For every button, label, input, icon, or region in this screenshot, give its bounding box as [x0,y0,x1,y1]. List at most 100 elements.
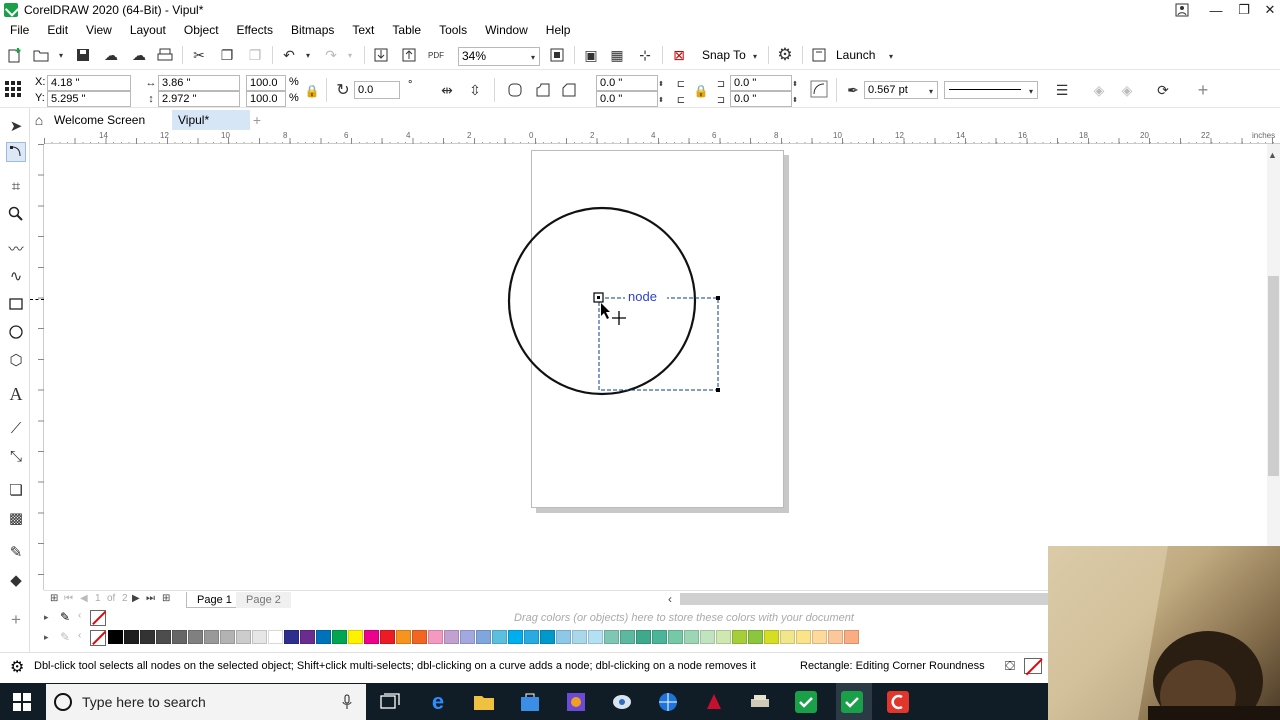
color-swatch[interactable] [700,630,715,644]
new-document-icon[interactable] [6,46,24,64]
cloud-share-icon[interactable]: ☁ [130,46,148,64]
to-back-icon[interactable]: ◈ [1118,81,1136,99]
copy-icon[interactable]: ❐ [218,46,236,64]
import-icon[interactable] [372,46,390,64]
close-button[interactable]: ✕ [1254,0,1280,20]
scalloped-corner-icon[interactable] [534,81,552,99]
eyedropper-tool-icon[interactable]: ✎ [6,542,26,562]
menu-view[interactable]: View [77,23,121,37]
color-swatch[interactable] [396,630,411,644]
open-folder-icon[interactable] [32,46,50,64]
app-printer-icon[interactable] [748,690,772,714]
tab-welcome-screen[interactable]: Welcome Screen [48,110,176,130]
color-swatch[interactable] [332,630,347,644]
color-swatch[interactable] [764,630,779,644]
color-swatch[interactable] [268,630,283,644]
color-swatch[interactable] [812,630,827,644]
menu-help[interactable]: Help [537,23,580,37]
color-swatch[interactable] [668,630,683,644]
menu-layout[interactable]: Layout [121,23,175,37]
outline-width-dropdown-chevron-icon[interactable]: ▾ [922,82,940,100]
coreldraw-app-icon[interactable] [4,3,18,17]
color-swatch[interactable] [636,630,651,644]
launch-label[interactable]: Launch [836,48,875,62]
save-icon[interactable] [74,46,92,64]
color-swatch[interactable] [124,630,139,644]
parallel-dimension-tool-icon[interactable]: ⟋ [6,418,26,438]
zoom-tool-magnifier-icon[interactable] [6,204,26,224]
corner-node-bottom-right[interactable] [716,388,720,392]
palette-eyedropper-icon[interactable]: ✎ [60,610,70,624]
color-swatch[interactable] [780,630,795,644]
scroll-left-chevron-icon[interactable]: ‹ [668,592,672,606]
chamfered-corner-icon[interactable] [560,81,578,99]
publish-pdf-icon[interactable]: PDF [427,46,445,64]
show-grid-icon[interactable]: ▦ [608,46,626,64]
text-tool-icon[interactable]: A [6,384,26,404]
export-icon[interactable] [400,46,418,64]
color-swatch[interactable] [364,630,379,644]
convert-to-curves-icon[interactable]: ⟳ [1154,81,1172,99]
account-icon[interactable] [1166,0,1198,20]
tab-vipul-document[interactable]: Vipul* [172,110,250,130]
vertical-scroll-thumb[interactable] [1268,276,1279,476]
color-swatch[interactable] [748,630,763,644]
default-color-palette[interactable]: ▸ ✎ ‹ [44,629,1048,647]
lock-ratio-icon[interactable]: 🔒 [303,82,321,100]
color-swatch[interactable] [588,630,603,644]
color-swatch[interactable] [220,630,235,644]
color-swatch[interactable] [604,630,619,644]
taskbar-search-box[interactable]: Type here to search [46,684,366,720]
next-page-icon[interactable]: ▶ [132,593,140,604]
corner-bottom-right-spinner-icon[interactable]: ⬍ [786,91,804,109]
menu-tools[interactable]: Tools [430,23,476,37]
color-swatch[interactable] [380,630,395,644]
menu-file[interactable]: File [0,23,38,37]
vertical-ruler[interactable] [30,144,44,590]
coreldraw-taskbar-icon[interactable] [794,690,818,714]
interactive-fill-tool-icon[interactable]: ◆ [6,570,26,590]
page-tab-1[interactable]: Page 1 [186,592,243,608]
drawing-canvas[interactable]: node [45,145,1267,591]
last-page-icon[interactable]: ⏭ [146,593,155,604]
print-icon[interactable] [156,46,174,64]
artistic-media-tool-icon[interactable]: ∿ [6,266,26,286]
launch-dropdown-chevron-icon[interactable]: ▾ [882,47,900,65]
color-swatch[interactable] [284,630,299,644]
snap-to-label[interactable]: Snap To [702,48,746,62]
options-gear-icon[interactable]: ⚙ [776,45,794,64]
status-settings-gear-icon[interactable]: ⚙ [10,657,24,677]
scale-height-field[interactable]: 100.0 [246,91,286,107]
task-view-icon[interactable] [378,690,402,714]
color-swatch[interactable] [844,630,859,644]
menu-table[interactable]: Table [383,23,430,37]
rectangle-tool-icon[interactable] [6,294,26,314]
snap-to-dropdown-chevron-icon[interactable]: ▾ [746,47,764,65]
color-swatch[interactable] [796,630,811,644]
windows-start-icon[interactable] [10,690,34,714]
add-property-plus-icon[interactable]: + [1194,80,1212,100]
coreldraw-active-taskbar-icon[interactable] [840,690,864,714]
color-swatch[interactable] [540,630,555,644]
color-swatch[interactable] [476,630,491,644]
redo-dropdown-chevron-icon[interactable]: ▾ [341,46,359,64]
palette-expand-arrow-icon[interactable]: ▸ [44,612,49,623]
page-tab-2[interactable]: Page 2 [236,592,291,608]
color-swatch[interactable] [828,630,843,644]
y-position-field[interactable]: 5.295 " [47,91,131,107]
app-globe-icon[interactable] [656,690,680,714]
color-swatch[interactable] [684,630,699,644]
color-swatch[interactable] [492,630,507,644]
color-swatches[interactable] [108,629,1048,647]
app-3d-icon[interactable] [610,690,634,714]
outline-pen-icon[interactable]: ✒ [844,81,862,99]
menu-effects[interactable]: Effects [228,23,282,37]
show-guidelines-icon[interactable]: ⊹ [636,46,654,64]
undo-dropdown-chevron-icon[interactable]: ▾ [299,46,317,64]
corner-bottom-right-link-icon[interactable]: ⊐ [712,91,730,109]
crop-tool-icon[interactable]: ⌗ [6,176,26,196]
color-swatch[interactable] [444,630,459,644]
color-swatch[interactable] [460,630,475,644]
color-swatch[interactable] [236,630,251,644]
corel-photo-paint-icon[interactable] [886,690,910,714]
